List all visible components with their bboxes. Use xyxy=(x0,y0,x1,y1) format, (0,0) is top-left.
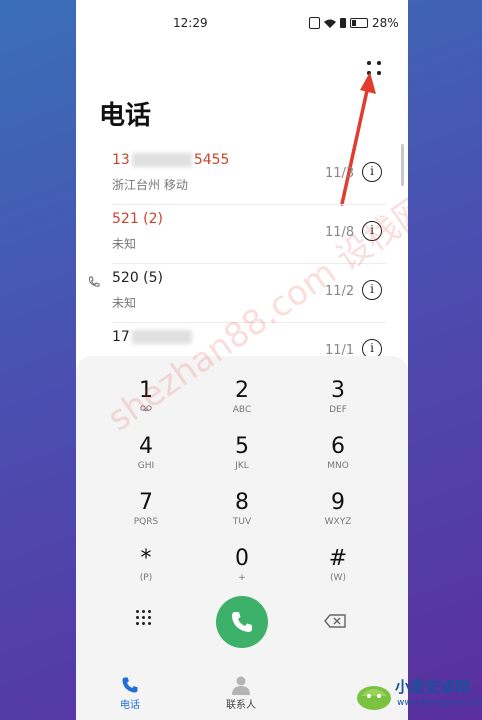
key-letters: GHI xyxy=(137,461,155,471)
key-star[interactable]: * (P) xyxy=(106,546,186,596)
key-digit: 5 xyxy=(235,434,249,459)
redacted-block xyxy=(131,330,192,344)
key-letters: ABC xyxy=(232,405,252,415)
key-letters: + xyxy=(238,573,246,583)
call-button[interactable] xyxy=(216,596,268,648)
key-letters: (P) xyxy=(139,573,153,583)
vibrate-icon xyxy=(340,18,346,28)
call-location: 未知 xyxy=(112,237,137,251)
voicemail-icon xyxy=(106,404,186,416)
redacted-block xyxy=(131,153,192,167)
info-icon[interactable] xyxy=(362,280,382,300)
key-hash[interactable]: # (W) xyxy=(298,546,378,596)
call-name: 521 (2) xyxy=(112,211,164,227)
tab-contacts[interactable]: 联系人 xyxy=(211,674,271,711)
key-letters: PQRS xyxy=(133,517,159,527)
key-digit: 4 xyxy=(139,434,153,459)
key-digit: 1 xyxy=(139,378,153,403)
key-8[interactable]: 8 TUV xyxy=(202,490,282,540)
key-digit: 2 xyxy=(235,378,249,403)
phone-icon xyxy=(122,677,138,693)
key-letters: MNO xyxy=(327,461,349,471)
status-time: 12:29 xyxy=(173,16,208,30)
key-digit: * xyxy=(140,546,152,571)
key-2[interactable]: 2 ABC xyxy=(202,378,282,428)
backspace-icon[interactable] xyxy=(324,614,346,628)
dialpad: 1 2 ABC 3 DEF 4 GHI 5 JKL 6 MNO 7 PQRS 8 TUV 9 WXYZ * (P) 0… xyxy=(76,356,408,720)
key-digit: 9 xyxy=(331,490,345,515)
call-name: 13 5455 xyxy=(112,152,230,168)
key-digit: 3 xyxy=(331,378,345,403)
tab-phone[interactable]: 电话 xyxy=(100,674,160,711)
call-name: 520 (5) xyxy=(112,270,164,286)
key-0[interactable]: 0 + xyxy=(202,546,282,596)
key-digit: 7 xyxy=(139,490,153,515)
call-date: 11/8 xyxy=(325,225,355,240)
dialpad-toggle-icon[interactable] xyxy=(136,610,152,630)
battery-icon xyxy=(350,18,368,28)
call-name: 17 xyxy=(112,329,194,345)
wifi-icon xyxy=(324,19,336,28)
key-3[interactable]: 3 DEF xyxy=(298,378,378,428)
call-log-row[interactable]: 521 (2) 未知 11/8 xyxy=(76,205,408,264)
site-logo: 小麦安卓网 www.xmsigma.com xyxy=(355,672,482,716)
key-4[interactable]: 4 GHI xyxy=(106,434,186,484)
contacts-icon xyxy=(232,676,250,695)
tab-contacts-label: 联系人 xyxy=(226,700,256,711)
key-9[interactable]: 9 WXYZ xyxy=(298,490,378,540)
android-logo-icon xyxy=(357,686,391,710)
more-options-button[interactable] xyxy=(364,58,384,78)
outgoing-call-icon xyxy=(89,276,100,287)
key-5[interactable]: 5 JKL xyxy=(202,434,282,484)
battery-percent: 28% xyxy=(372,16,399,30)
key-letters: JKL xyxy=(235,461,249,471)
key-1[interactable]: 1 xyxy=(106,378,186,428)
phone-handset-icon xyxy=(232,612,252,632)
key-6[interactable]: 6 MNO xyxy=(298,434,378,484)
info-icon[interactable] xyxy=(362,162,382,182)
key-letters: (W) xyxy=(330,573,346,583)
tab-phone-label: 电话 xyxy=(120,700,140,711)
nfc-icon xyxy=(309,17,320,29)
status-bar: 12:29 28% xyxy=(76,0,408,46)
page-title: 电话 xyxy=(99,101,152,131)
call-date: 11/2 xyxy=(325,284,355,299)
call-log-row[interactable]: 520 (5) 未知 11/2 xyxy=(76,264,408,323)
key-letters: WXYZ xyxy=(324,517,352,527)
call-location: 未知 xyxy=(112,296,137,310)
logo-name: 小麦安卓网 xyxy=(395,678,471,696)
call-date: 11/3 xyxy=(325,166,355,181)
key-digit: # xyxy=(328,546,348,571)
status-icons: 28% xyxy=(309,16,399,30)
key-letters: DEF xyxy=(329,405,347,415)
info-icon[interactable] xyxy=(362,221,382,241)
key-digit: 6 xyxy=(331,434,345,459)
logo-url: www.xmsigma.com xyxy=(397,698,482,708)
key-digit: 8 xyxy=(235,490,249,515)
key-letters: TUV xyxy=(232,517,252,527)
key-digit: 0 xyxy=(235,546,249,571)
key-7[interactable]: 7 PQRS xyxy=(106,490,186,540)
phone-screen: 12:29 28% 电话 13 5455 浙江台州 移动 11/3 i 521 … xyxy=(76,0,408,720)
call-log-row[interactable]: 13 5455 浙江台州 移动 11/3 xyxy=(76,146,408,205)
call-location: 浙江台州 移动 xyxy=(112,178,188,192)
